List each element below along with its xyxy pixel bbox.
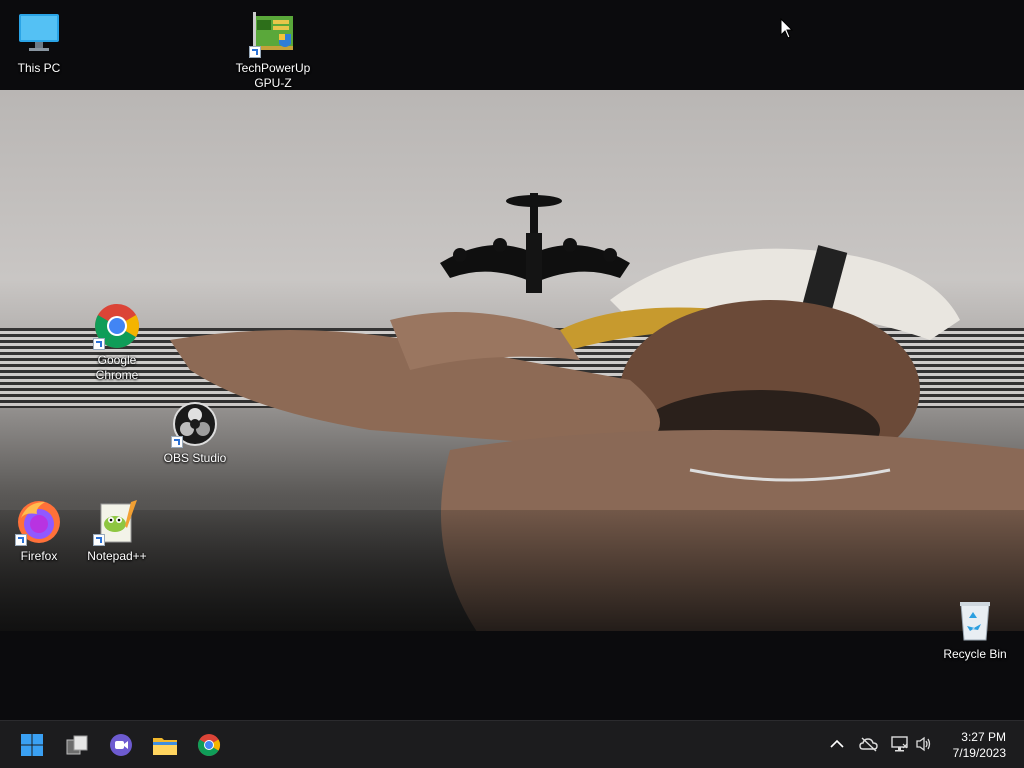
desktop[interactable]: This PC TechPowerUp GPU-Z Google Chrome … — [0, 0, 1024, 720]
icon-label: Notepad++ — [87, 549, 147, 563]
firefox-icon — [15, 498, 63, 546]
clock-date: 7/19/2023 — [952, 746, 1006, 760]
gpu-z-icon — [249, 10, 297, 58]
shortcut-arrow-icon — [93, 338, 105, 350]
this-pc-icon-tile[interactable]: This PC — [1, 10, 77, 76]
taskbar: 3:27 PM 7/19/2023 — [0, 720, 1024, 768]
start-icon — [21, 734, 43, 756]
notepad-plus-plus-icon — [93, 498, 141, 546]
shortcut-arrow-icon — [93, 534, 105, 546]
clock[interactable]: 3:27 PM 7/19/2023 — [953, 729, 1006, 761]
notepad-plus-plus-shortcut[interactable]: Notepad++ — [79, 498, 155, 564]
shortcut-arrow-icon — [249, 46, 261, 58]
file-explorer-icon — [153, 738, 177, 755]
icon-label: Recycle Bin — [943, 647, 1007, 661]
firefox-shortcut[interactable]: Firefox — [1, 498, 77, 564]
icon-label: Firefox — [20, 549, 58, 563]
cloud-offline-icon — [859, 737, 878, 752]
meet-chat-button[interactable] — [103, 727, 139, 763]
network-icon — [891, 736, 908, 752]
shortcut-arrow-icon — [171, 436, 183, 448]
mouse-cursor-icon — [780, 18, 794, 39]
google-chrome-shortcut[interactable]: Google Chrome — [79, 302, 155, 383]
gpu-z-shortcut[interactable]: TechPowerUp GPU-Z — [235, 10, 311, 91]
recycle-bin-icon — [951, 596, 999, 644]
chrome-icon — [93, 302, 141, 350]
monitor-icon — [15, 10, 63, 58]
recycle-bin-icon-tile[interactable]: Recycle Bin — [937, 596, 1013, 662]
file-explorer-button[interactable] — [147, 727, 183, 763]
icon-label: OBS Studio — [163, 451, 227, 465]
clock-time: 3:27 PM — [961, 730, 1006, 744]
task-view-button[interactable] — [59, 727, 95, 763]
chevron-up-icon — [830, 739, 844, 748]
shortcut-arrow-icon — [15, 534, 27, 546]
volume-tray-button[interactable] — [913, 733, 935, 755]
icon-label: This PC — [17, 61, 61, 75]
icon-label: TechPowerUp GPU-Z — [235, 61, 311, 90]
chrome-icon — [198, 734, 220, 756]
obs-studio-shortcut[interactable]: OBS Studio — [157, 400, 233, 466]
onedrive-tray-button[interactable] — [858, 733, 880, 755]
network-tray-button[interactable] — [889, 733, 911, 755]
obs-icon — [171, 400, 219, 448]
chrome-taskbar-button[interactable] — [191, 727, 227, 763]
meet-chat-icon — [110, 734, 132, 756]
start-button[interactable] — [14, 727, 50, 763]
icon-label: Google Chrome — [95, 353, 139, 382]
show-hidden-icons-button[interactable] — [826, 733, 848, 755]
task-view-icon — [66, 735, 88, 755]
volume-icon — [916, 736, 931, 752]
